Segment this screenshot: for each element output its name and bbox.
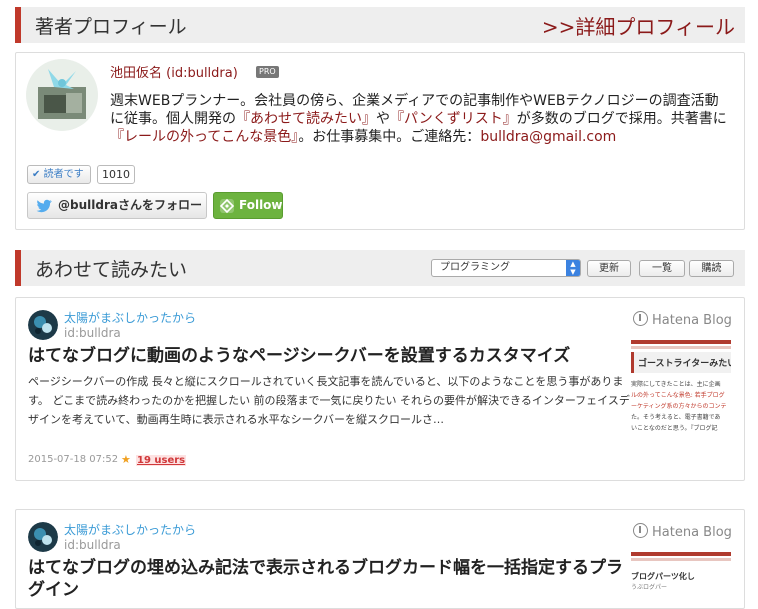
star-icon: ★ bbox=[121, 453, 131, 466]
thumb-heading: ブログパーツ化し bbox=[631, 572, 695, 581]
blog-avatar[interactable] bbox=[28, 310, 58, 340]
author-bio: 週末WEBプランナー。会社員の傍ら、企業メディアでの記事制作やWEBテクノロジー… bbox=[110, 92, 730, 146]
bio-link-awasete[interactable]: 『あわせて読みたい』 bbox=[236, 111, 376, 127]
entry-summary: ページシークバーの作成 長々と縦にスクロールされていく長文記事を読んでいると、以… bbox=[28, 375, 630, 426]
bio-text: 。お仕事募集中。ご連絡先： bbox=[298, 129, 481, 145]
pro-badge: PRO bbox=[256, 66, 279, 78]
thumb-line: うぶログパー bbox=[631, 584, 668, 591]
entry-thumbnail[interactable]: ゴーストライターみたい 実際にしてきたことは、主に企画 ルの外ってこんな景色: … bbox=[631, 340, 731, 455]
subscribe-button[interactable]: 購読 bbox=[689, 260, 734, 277]
readers-count: 1010 bbox=[97, 165, 135, 184]
profile-card: 池田仮名 (id:bulldra) PRO 週末WEBプランナー。会社員の傍ら、… bbox=[15, 52, 745, 230]
bio-text: が多数のブログで採用。共著書に bbox=[516, 111, 727, 127]
bio-email-link[interactable]: bulldra@gmail.com bbox=[480, 129, 616, 145]
detail-profile-link[interactable]: >>詳細プロフィール bbox=[542, 11, 735, 40]
check-icon: ✔ bbox=[32, 169, 41, 180]
readers-button[interactable]: ✔ 読者です bbox=[27, 165, 91, 184]
entry-thumbnail[interactable]: ブログパーツ化し うぶログパー bbox=[631, 552, 731, 602]
category-select[interactable]: プログラミング ▲ ▼ bbox=[431, 259, 581, 277]
feedly-follow-label: Follow bbox=[239, 198, 283, 212]
hatena-blog-logo: Hatena Blog bbox=[633, 311, 732, 328]
update-button[interactable]: 更新 bbox=[587, 260, 631, 277]
blog-name-link[interactable]: 太陽がまぶしかったから bbox=[64, 521, 196, 538]
thumb-line: 実際にしてきたことは、主に企画 bbox=[631, 381, 721, 388]
author-name[interactable]: 池田仮名 (id:bulldra) bbox=[110, 62, 238, 81]
thumb-line: ーケティング系の方々からのコンテ bbox=[631, 403, 727, 410]
bio-text: や bbox=[376, 111, 390, 127]
thumb-line: た。そう考えると、電子書籍であ bbox=[631, 414, 721, 421]
bio-link-pankuzu[interactable]: 『パンくずリスト』 bbox=[390, 111, 517, 127]
thumb-line: いことなのだと思う。『ブログ記 bbox=[631, 425, 718, 432]
list-button[interactable]: 一覧 bbox=[639, 260, 685, 277]
blog-id: id:bulldra bbox=[64, 538, 121, 552]
hatena-blog-logo-text: Hatena Blog bbox=[652, 525, 732, 540]
feedly-icon bbox=[219, 198, 235, 223]
readers-label: 読者です bbox=[43, 169, 84, 180]
thumb-heading: ゴーストライターみたい bbox=[631, 352, 731, 373]
bookmark-users-link[interactable]: 19 users bbox=[136, 455, 187, 466]
hatena-blog-logo-text: Hatena Blog bbox=[652, 313, 732, 328]
entry-title-link[interactable]: はてなブログに動画のようなページシークバーを設置するカスタマイズ bbox=[28, 345, 628, 367]
related-section-header: あわせて読みたい bbox=[15, 250, 745, 286]
entry-card[interactable]: 太陽がまぶしかったから id:bulldra はてなブログの埋め込み記法で表示さ… bbox=[15, 509, 745, 609]
blog-avatar[interactable] bbox=[28, 522, 58, 552]
feedly-follow-button[interactable]: Follow bbox=[213, 192, 283, 219]
author-avatar[interactable] bbox=[26, 59, 98, 131]
entry-card[interactable]: 太陽がまぶしかったから id:bulldra はてなブログに動画のようなページシ… bbox=[15, 297, 745, 481]
twitter-follow-label: @bulldraさんをフォロー bbox=[58, 198, 202, 212]
profile-section-title: 著者プロフィール bbox=[35, 16, 187, 38]
hatena-blog-logo-icon bbox=[633, 311, 648, 326]
select-arrows-icon: ▲ ▼ bbox=[566, 260, 580, 276]
twitter-bird-icon bbox=[35, 198, 53, 223]
blog-name-link[interactable]: 太陽がまぶしかったから bbox=[64, 309, 196, 326]
hatena-blog-logo: Hatena Blog bbox=[633, 523, 732, 540]
twitter-follow-button[interactable]: @bulldraさんをフォロー bbox=[27, 192, 207, 219]
profile-section-header: 著者プロフィール >>詳細プロフィール bbox=[15, 7, 745, 43]
thumb-line: ルの外ってこんな景色: 若手プログ bbox=[631, 392, 725, 399]
related-section-title: あわせて読みたい bbox=[35, 259, 188, 281]
entry-title-link[interactable]: はてなブログの埋め込み記法で表示されるブログカード幅を一括指定するプラグイン bbox=[28, 557, 628, 601]
category-select-value: プログラミング bbox=[440, 262, 510, 273]
blog-id: id:bulldra bbox=[64, 326, 121, 340]
bio-link-book[interactable]: 『レールの外ってこんな景色』 bbox=[110, 129, 298, 145]
entry-date: 2015-07-18 07:52 bbox=[28, 454, 119, 465]
hatena-blog-logo-icon bbox=[633, 523, 648, 538]
